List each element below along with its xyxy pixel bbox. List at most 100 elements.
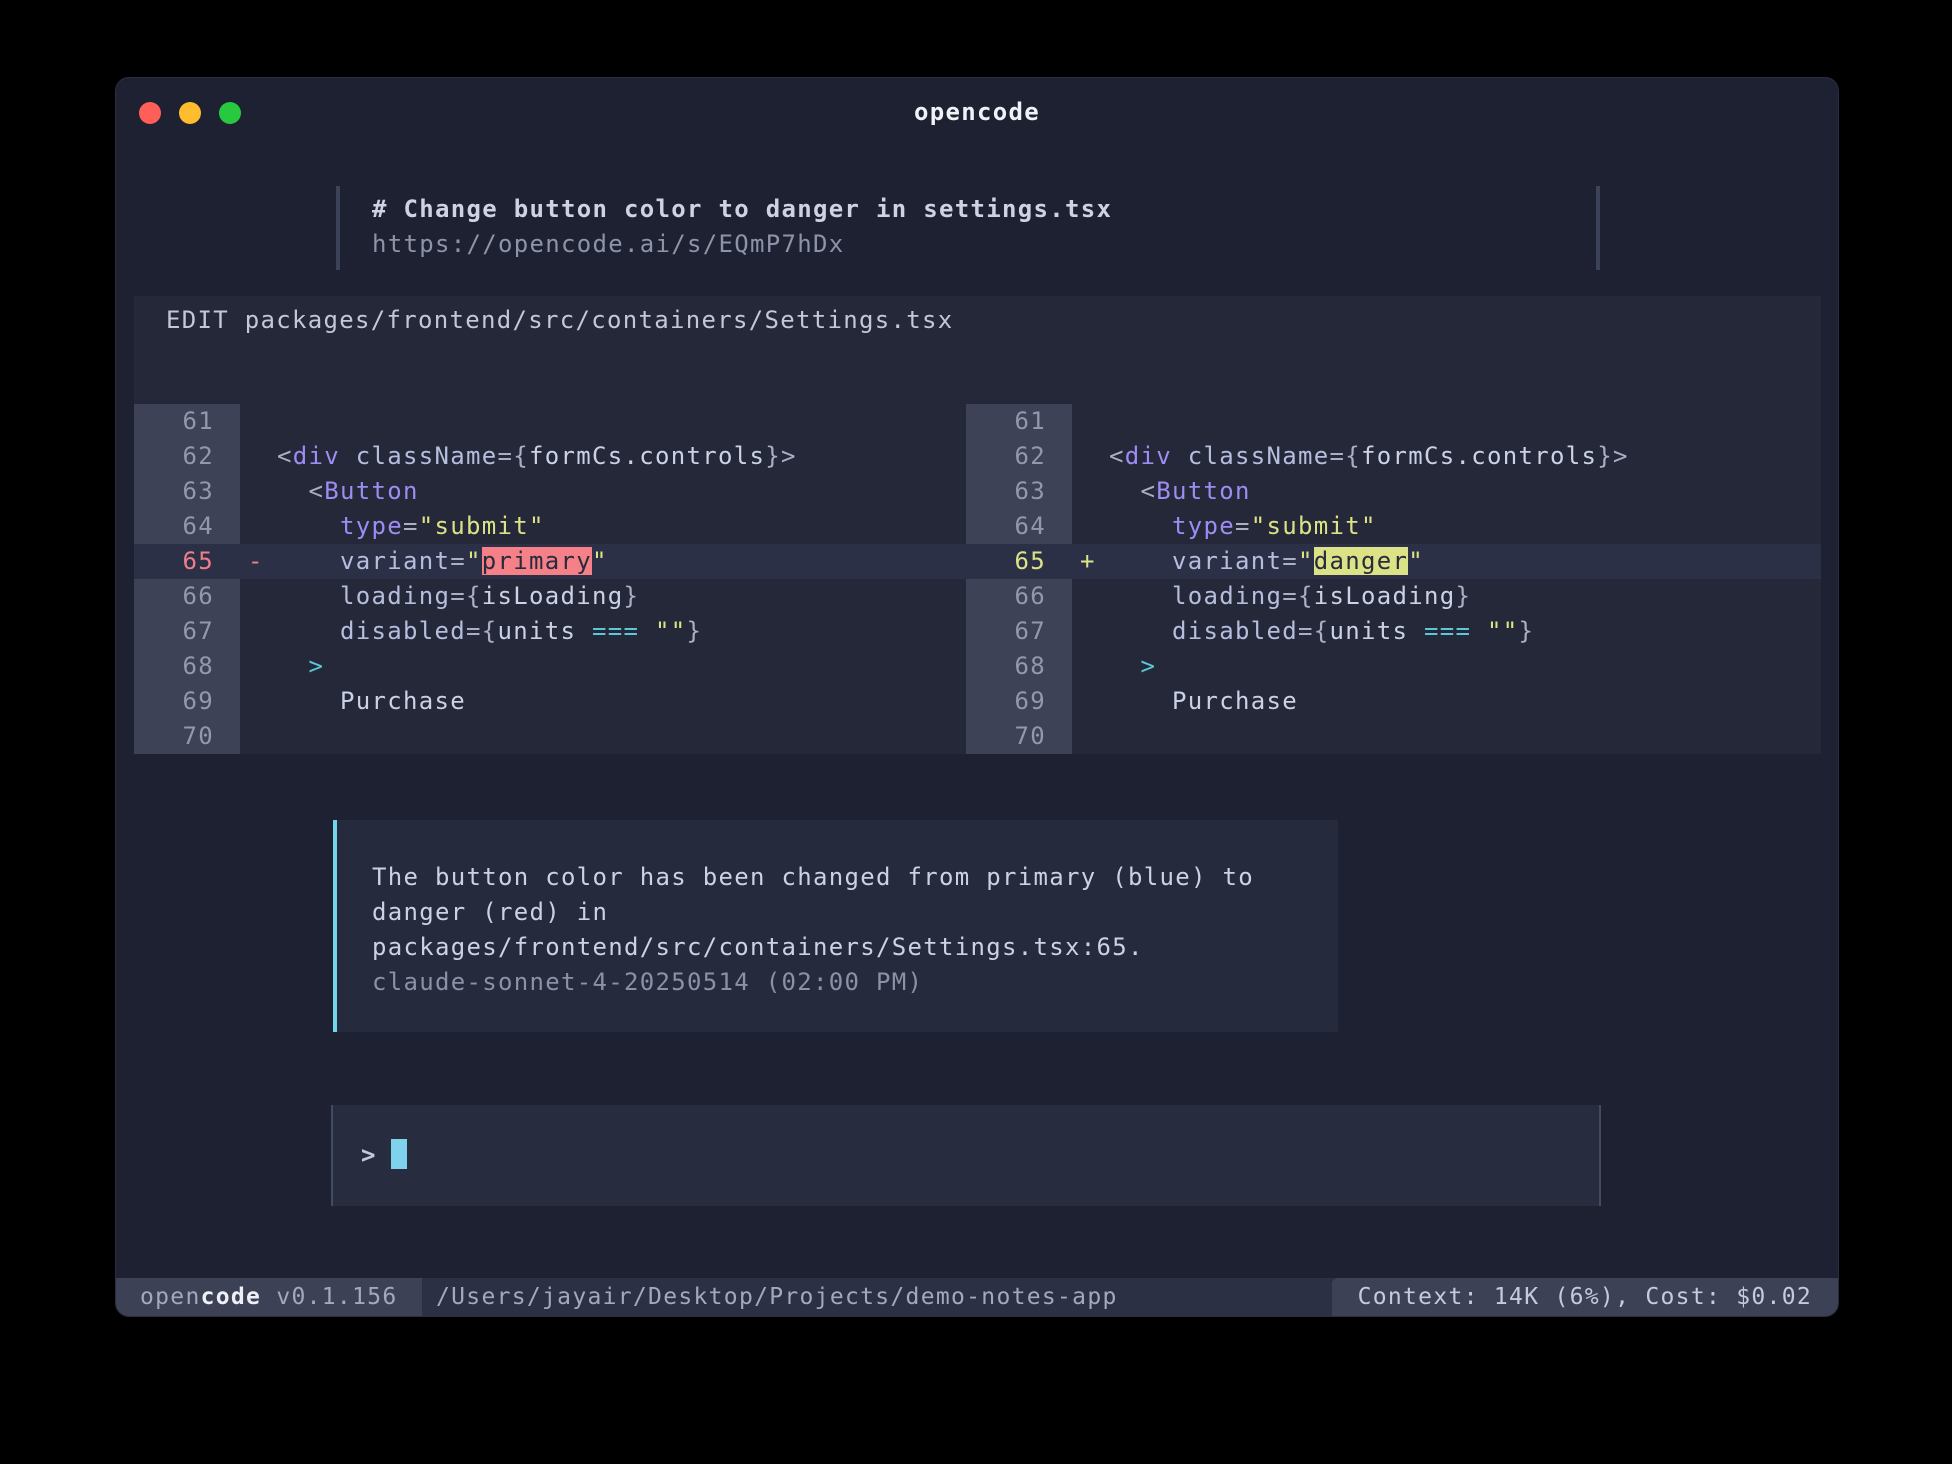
code-token: className [1187,442,1330,470]
app-version: v0.1.156 [261,1284,398,1310]
code-line: variant="danger" [1109,544,1821,579]
diff-marker [240,439,277,474]
code-token: } [1455,582,1472,610]
code-line: > [277,649,966,684]
code-token: > [1140,652,1157,680]
diff-row: 69 Purchase [966,684,1821,719]
diff-pane-left: 61 62 <div className={formCs.controls}> 63 … [134,404,966,754]
diff-marker [1072,439,1109,474]
code-token: ={ [1282,582,1314,610]
code-token: type [1172,512,1235,540]
code-line: Purchase [1109,684,1821,719]
code-token: === [1424,617,1472,645]
edit-file-path: packages/frontend/src/containers/Setting… [244,306,954,334]
diff-marker: + [1080,547,1096,575]
code-line: disabled={units === ""} [1109,614,1821,649]
diff-row: 66 loading={isLoading} [134,579,966,614]
input-line: > [361,1138,407,1173]
code-token: className [355,442,498,470]
diff-pane-right: 61 62 <div className={formCs.controls}> 63 … [966,404,1821,754]
code-token: div [292,442,340,470]
code-line: type="submit" [1109,509,1821,544]
assistant-message-body: The button color has been changed from p… [372,860,1318,1000]
code-token: } [623,582,640,610]
code-token: ={ [450,582,482,610]
code-token: ={ [1298,617,1330,645]
diff-row: 62 <div className={formCs.controls}> [134,439,966,474]
diff-marker [1072,404,1109,439]
line-number: 65 [1014,547,1046,575]
code-token: === [592,617,640,645]
line-number: 70 [134,719,240,754]
diff-marker [1072,649,1109,684]
diff-marker [1072,614,1109,649]
code-token: "submit" [418,512,545,540]
model-indicator: Anthropic Claude Sonnet 4 [1195,1316,1589,1317]
line-number: 67 [134,614,240,649]
app-name-code: code [200,1284,262,1310]
code-token: = [403,512,419,540]
code-token: " [1408,547,1424,575]
code-token: "" [1487,617,1519,645]
diff-row: 61 [966,404,1821,439]
code-token: isLoading [1313,582,1456,610]
app-name-open: open [140,1284,201,1310]
diff-marker [1072,719,1109,754]
code-token: < [1109,442,1125,470]
edit-action-label: EDIT [166,306,229,334]
code-token: ={ [1329,442,1361,470]
diff-row: 69 Purchase [134,684,966,719]
line-number: 63 [134,474,240,509]
share-url-link[interactable]: https://opencode.ai/s/EQmP7hDx [372,227,844,262]
status-bar: opencode v0.1.156 /Users/jayair/Desktop/… [116,1278,1838,1316]
diff-marker [1072,579,1109,614]
code-token: = [1235,512,1251,540]
diff-row: 65- variant="primary" [134,544,966,579]
code-token: disabled [340,617,466,645]
code-token: " [592,547,608,575]
line-number: 62 [134,439,240,474]
code-token: < [1109,477,1157,505]
code-token: units [497,617,592,645]
code-token: } [686,617,703,645]
line-number: 62 [966,439,1072,474]
line-number: 70 [966,719,1072,754]
code-line: Purchase [277,684,966,719]
diff-row: 68 > [966,649,1821,684]
diff-marker [240,719,277,754]
code-line: loading={isLoading} [277,579,966,614]
code-token: Purchase [277,687,466,715]
assistant-message-line: claude-sonnet-4-20250514 (02:00 PM) [372,968,924,996]
code-token: Purchase [1109,687,1298,715]
line-number: 68 [966,649,1072,684]
code-line: variant="primary" [277,544,966,579]
user-message-title: # Change button color to danger in setti… [372,195,1113,223]
diff-marker [240,579,277,614]
prompt-input[interactable]: > [331,1105,1601,1206]
code-token: formCs.controls [529,442,766,470]
code-line: > [1109,649,1821,684]
line-number: 69 [134,684,240,719]
line-number: 66 [134,579,240,614]
code-token: = [450,547,466,575]
line-number: 68 [134,649,240,684]
code-token: type [340,512,403,540]
diff-marker [240,404,277,439]
code-token: > [308,652,325,680]
code-token: < [277,442,293,470]
code-token: units [1329,617,1424,645]
line-number: 64 [134,509,240,544]
diff-row: 61 [134,404,966,439]
